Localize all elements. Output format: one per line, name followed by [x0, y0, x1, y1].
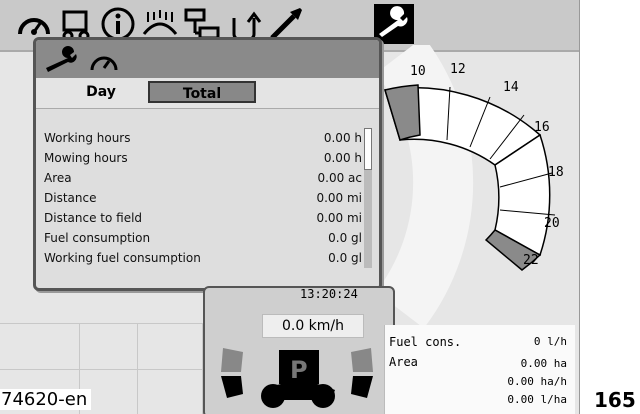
fuel-per-area-value: 0.00 l/ha: [507, 393, 567, 406]
counter-label: Working fuel consumption: [44, 251, 201, 265]
gear-letter: P: [290, 356, 308, 384]
counter-value: 0.00 ac: [317, 171, 362, 185]
counter-label: Working hours: [44, 131, 131, 145]
counter-value: 0.00 mi: [316, 211, 362, 225]
counter-row: Distance 0.00 mi: [44, 188, 362, 208]
counter-panel: Day Total Working hours 0.00 h Mowing hou…: [33, 37, 382, 291]
counter-row: Area 0.00 ac: [44, 168, 362, 188]
fuel-area-info: Fuel cons. Area 0 l/h 0.00 ha 0.00 ha/h …: [384, 325, 575, 414]
gauge-label: 14: [503, 80, 519, 95]
counter-value: 0.0 gl: [328, 231, 362, 245]
counter-value: 0.00 mi: [316, 191, 362, 205]
counter-row: Working hours 0.00 h: [44, 128, 362, 148]
counter-value: 0.00 h: [323, 131, 362, 145]
gauge-label: 22: [523, 253, 539, 268]
counter-label: Fuel consumption: [44, 231, 151, 245]
counter-row: Working fuel consumption 0.0 gl: [44, 248, 362, 268]
tab-day[interactable]: Day: [66, 81, 136, 103]
terminal-screen: 10 12 14 16 18 20 22 Day Total Working h…: [0, 0, 580, 414]
wrench-speedometer-icon: [46, 46, 118, 72]
counter-label: Mowing hours: [44, 151, 128, 165]
drive-status-box: P: [203, 286, 395, 414]
gauge-label: 20: [544, 216, 560, 231]
area-rate-value: 0.00 ha/h: [507, 375, 567, 388]
figure-caption: 74620-en: [0, 389, 92, 410]
period-tabs: Day Total: [36, 78, 379, 109]
gauge-label: 10: [410, 64, 426, 79]
panel-header: [36, 40, 379, 78]
fuel-value: 0 l/h: [533, 335, 567, 348]
gauge-label: 18: [548, 165, 564, 180]
page-number: 165: [594, 388, 636, 412]
counter-row: Mowing hours 0.00 h: [44, 148, 362, 168]
counter-row: Fuel consumption 0.0 gl: [44, 228, 362, 248]
scrollbar-thumb[interactable]: [364, 128, 372, 170]
gauge-label: 12: [450, 62, 466, 77]
counter-row: Distance to field 0.00 mi: [44, 208, 362, 228]
gauge-label: 16: [534, 120, 550, 135]
scrollbar[interactable]: [364, 128, 372, 268]
gear-display: P: [221, 348, 373, 408]
counter-label: Distance to field: [44, 211, 143, 225]
fuel-label: Fuel cons.: [389, 335, 462, 349]
clock: 13:20:24: [300, 287, 358, 301]
counter-value: 0.0 gl: [328, 251, 362, 265]
speed-readout: 0.0 km/h: [262, 314, 364, 338]
counter-label: Distance: [44, 191, 97, 205]
area-value: 0.00 ha: [520, 357, 567, 370]
area-label: Area: [389, 355, 418, 369]
counter-value: 0.00 h: [323, 151, 362, 165]
counter-list: Working hours 0.00 h Mowing hours 0.00 h A…: [44, 128, 362, 268]
tab-total[interactable]: Total: [148, 81, 256, 103]
counter-label: Area: [44, 171, 72, 185]
